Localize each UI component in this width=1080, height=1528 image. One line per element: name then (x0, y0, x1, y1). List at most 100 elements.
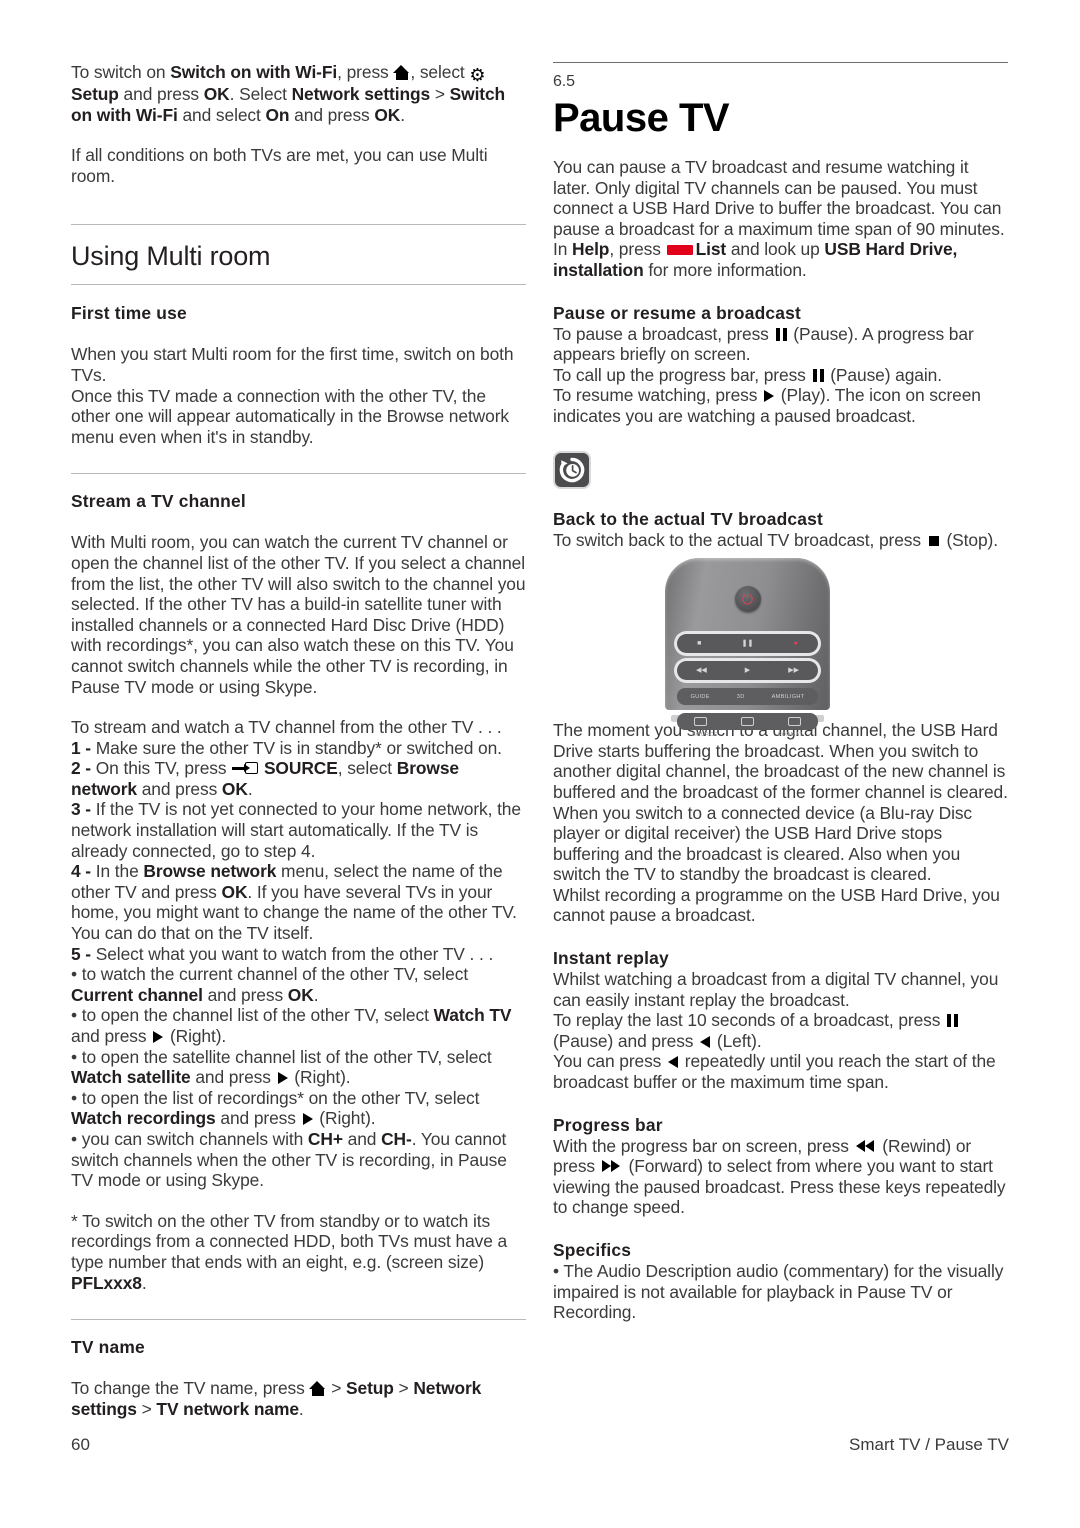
buffering-explanation: The moment you switch to a digital chann… (553, 720, 1008, 926)
text-run-bold: OK (203, 84, 230, 104)
text-run: and (342, 1128, 382, 1149)
heading-specifics: Specifics (553, 1240, 632, 1260)
tv-name-body: To change the TV name, press > Setup > N… (71, 1378, 526, 1419)
text-run-bold: OK (221, 778, 248, 799)
right-column: 6.5 Pause TV You can pause a TV broadcas… (553, 62, 1008, 1323)
guide-button-label: GUIDE (690, 693, 710, 700)
text-run: . (313, 984, 319, 1005)
pause-tv-intro: You can pause a TV broadcast and resume … (553, 157, 1005, 239)
chapter-number: 6.5 (553, 73, 575, 90)
text-run-bold: Watch TV (433, 1005, 512, 1026)
remote-control: ⏻ ■ ❚❚ ● ◀◀ ▶ ▶▶ GUIDE 3D AMBILIGHT SOUR… (665, 558, 830, 738)
text-run: , select (410, 62, 470, 82)
record-button-icon: ● (793, 640, 798, 648)
text-run-bold: Browse network (143, 861, 277, 882)
function-row-guide: GUIDE 3D AMBILIGHT (677, 688, 818, 706)
stream-channel-lead-in: To stream and watch a TV channel from th… (71, 717, 502, 738)
text-run: To change the TV name, press (71, 1378, 310, 1399)
heading-back-to-broadcast: Back to the actual TV broadcast (553, 508, 824, 529)
text-run: > (326, 1378, 346, 1399)
text-run-bold: CH- (381, 1128, 412, 1149)
text-run: To switch back to the actual TV broadcas… (553, 529, 926, 550)
text-run: (Right). (165, 1026, 227, 1046)
transport-row-2: ◀◀ ▶ ▶▶ (677, 661, 818, 681)
text-run-bold: Watch recordings (71, 1108, 216, 1129)
source-button-label: SOURCE (692, 732, 718, 739)
text-run: , press (337, 62, 394, 82)
text-run: . (247, 778, 253, 799)
text-run: • to open the satellite channel list of … (71, 1046, 492, 1067)
text-run: . (400, 104, 405, 125)
remote-control-illustration: ⏻ ■ ❚❚ ● ◀◀ ▶ ▶▶ GUIDE 3D AMBILIGHT SOUR… (553, 550, 1008, 738)
heading-tv-name: TV name (71, 1337, 145, 1358)
text-run: * To switch on the other TV from standby… (71, 1210, 508, 1272)
forward-button-icon: ▶▶ (788, 667, 799, 675)
text-run-bold: OK (374, 104, 401, 125)
text-run: • you can switch channels with (71, 1128, 308, 1149)
right-arrow-icon (153, 1031, 164, 1043)
text-run: and press (215, 1108, 301, 1129)
function-row-source-labels: SOURCE FORMAT (677, 732, 818, 738)
text-run: and press (136, 778, 222, 799)
text-run: On this TV, press (95, 758, 232, 779)
step-number: 2 - (71, 758, 96, 779)
text-run: • to open the list of recordings* on the… (71, 1087, 480, 1108)
text-run: . Select (229, 84, 292, 104)
bullet-switch-channels: • you can switch channels with CH+ and C… (71, 1129, 526, 1191)
heading-instant-replay: Instant replay (553, 948, 669, 969)
pause-icon (812, 368, 824, 382)
text-run: (Right). (314, 1108, 376, 1129)
text-run: and press (118, 84, 204, 104)
step-5: 5 - Select what you want to watch from t… (71, 944, 526, 965)
text-run: (Left). (712, 1030, 762, 1051)
right-arrow-icon (302, 1113, 313, 1126)
tv-icon (741, 717, 754, 727)
text-run: Make sure the other TV is in standby* or… (95, 737, 502, 758)
page-footer: 60 Smart TV / Pause TV (71, 1435, 1009, 1455)
text-run-bold: TV network name (156, 1398, 299, 1419)
stop-icon (928, 535, 939, 546)
gear-icon: ⚙ (469, 65, 486, 85)
bullet-watch-satellite: • to open the satellite channel list of … (71, 1047, 526, 1088)
text-run: and press (71, 1026, 152, 1046)
text-run: (Right). (289, 1067, 351, 1088)
home-icon (393, 65, 410, 80)
bullet-watch-tv: • to open the channel list of the other … (71, 1005, 526, 1046)
text-run-bold: CH+ (307, 1128, 343, 1149)
text-run-bold: PFLxxx8 (71, 1272, 142, 1293)
stop-button-icon: ■ (697, 640, 702, 648)
left-arrow-icon (700, 1035, 711, 1048)
text-run: With the progress bar on screen, press (553, 1135, 854, 1156)
text-run-bold: On (265, 104, 290, 125)
text-run: , press (609, 239, 666, 260)
text-run-bold: Help (572, 239, 610, 260)
heading-progress-bar: Progress bar (553, 1114, 663, 1135)
progress-bar-body: With the progress bar on screen, press (… (553, 1136, 1008, 1218)
pause-tv-help-reference: In Help, press List and look up USB Hard… (553, 239, 1008, 280)
ambilight-button-label: AMBILIGHT (771, 693, 805, 700)
step-number: 1 - (71, 737, 96, 758)
text-run: > (393, 1378, 414, 1399)
forward-icon (601, 1160, 622, 1173)
text-run-bold: OK (287, 984, 314, 1005)
instant-replay-line-2: To replay the last 10 seconds of a broad… (553, 1010, 1008, 1051)
text-run-bold: SOURCE (263, 758, 338, 779)
power-glyph: ⏻ (741, 591, 754, 608)
step-number: 4 - (71, 861, 96, 882)
text-run-bold: Switch on with Wi-Fi (170, 62, 338, 82)
chapter-title: Pause TV (553, 96, 730, 140)
heading-stream-a-tv-channel: Stream a TV channel (71, 491, 246, 512)
wifi-switch-on-paragraph: To switch on Switch on with Wi-Fi, press… (71, 62, 526, 125)
text-run: • to open the channel list of the other … (71, 1005, 434, 1026)
first-time-use-body: When you start Multi room for the first … (71, 344, 514, 447)
text-run: • to watch the current channel of the ot… (71, 964, 469, 985)
text-run: and press (202, 984, 288, 1005)
text-run-bold: OK (221, 881, 248, 902)
instant-replay-line-3: You can press repeatedly until you reach… (553, 1051, 1008, 1092)
specifics-body: • The Audio Description audio (commentar… (553, 1261, 1004, 1323)
left-arrow-icon (668, 1056, 679, 1069)
text-run: (Pause) and press (553, 1030, 699, 1051)
format-icon (788, 717, 801, 727)
text-run: To switch on (71, 62, 171, 82)
right-arrow-icon (277, 1072, 288, 1085)
